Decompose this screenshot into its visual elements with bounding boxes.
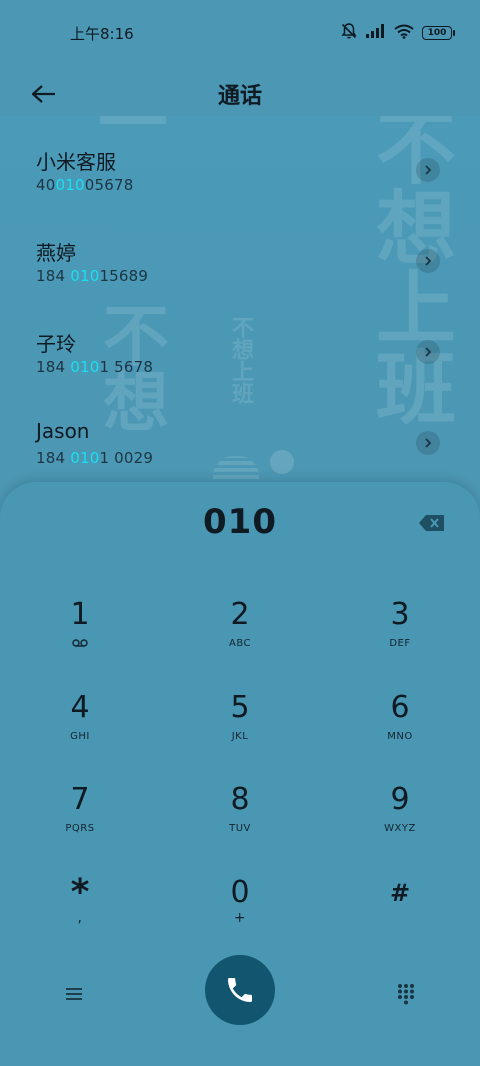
contact-item[interactable]: 小米客服 4001005678 <box>0 146 480 236</box>
status-bar: 上午8:16 100 <box>0 0 480 66</box>
contact-item[interactable]: 子玲 184 0101 5678 <box>0 328 480 418</box>
key-letters: , <box>77 910 83 926</box>
key-letters: + <box>233 910 247 926</box>
contact-detail-button[interactable] <box>416 340 440 364</box>
contact-number: 184 01015689 <box>36 267 149 285</box>
key-digit: 9 <box>390 782 410 817</box>
key-letters: TUV <box>229 823 251 834</box>
key-digit: 1 <box>70 597 90 632</box>
page-title: 通话 <box>217 84 262 109</box>
delete-button[interactable] <box>418 514 446 534</box>
chevron-right-icon <box>425 256 432 266</box>
key-letters: GHI <box>70 731 90 742</box>
arrow-left-icon <box>31 85 55 103</box>
chevron-right-icon <box>425 438 432 448</box>
key-letters: WXYZ <box>384 823 416 834</box>
key-digit: 8 <box>230 782 250 817</box>
key-letters: JKL <box>231 731 249 742</box>
chevron-right-icon <box>425 165 432 175</box>
keypad-button[interactable] <box>390 978 422 1010</box>
key-digit: # <box>389 879 411 907</box>
battery-icon: 100 <box>422 26 455 40</box>
contact-detail-button[interactable] <box>416 158 440 182</box>
status-time: 上午8:16 <box>70 24 134 43</box>
key-6[interactable]: 6 MNO <box>340 691 460 771</box>
chevron-right-icon <box>425 347 432 357</box>
key-8[interactable]: 8 TUV <box>180 783 300 863</box>
key-digit: 7 <box>70 782 90 817</box>
key-digit: 4 <box>70 690 90 725</box>
key-digit: 5 <box>230 690 250 725</box>
keypad-icon <box>398 984 414 1005</box>
voicemail-icon <box>72 639 88 647</box>
key-9[interactable]: 9 WXYZ <box>340 783 460 863</box>
wallpaper-bar <box>100 116 166 124</box>
key-digit: 2 <box>230 597 250 632</box>
key-letters: MNO <box>387 731 413 742</box>
key-digit: 3 <box>390 597 410 632</box>
number-match: 010 <box>70 358 100 376</box>
status-icons: 100 <box>340 22 455 44</box>
contact-name: 燕婷 <box>36 241 76 265</box>
phone-icon <box>228 978 252 1002</box>
key-3[interactable]: 3 DEF <box>340 598 460 678</box>
key-4[interactable]: 4 GHI <box>20 691 140 771</box>
contact-name: Jason <box>36 419 90 443</box>
header: 通话 <box>0 66 480 122</box>
key-7[interactable]: 7 PQRS <box>20 783 140 863</box>
dial-input[interactable]: 010 <box>0 502 480 542</box>
contact-item[interactable]: 燕婷 184 01015689 <box>0 237 480 327</box>
key-5[interactable]: 5 JKL <box>180 691 300 771</box>
number-match: 010 <box>70 449 100 467</box>
contact-number: 184 0101 5678 <box>36 358 154 376</box>
call-button[interactable] <box>205 955 275 1025</box>
number-match: 010 <box>70 267 100 285</box>
mute-bell-icon <box>340 22 358 44</box>
key-2[interactable]: 2 ABC <box>180 598 300 678</box>
wifi-icon <box>394 24 414 43</box>
backspace-icon <box>419 515 444 531</box>
key-1[interactable]: 1 <box>20 598 140 678</box>
key-letters: ABC <box>228 638 251 649</box>
contact-name: 子玲 <box>36 332 76 356</box>
key-letters: DEF <box>389 638 411 649</box>
key-digit: 0 <box>230 875 250 910</box>
number-match: 010 <box>55 176 85 194</box>
contact-number: 184 0101 0029 <box>36 449 154 467</box>
key-letters: PQRS <box>65 823 95 834</box>
key-digit: * <box>70 872 90 913</box>
key-digit: 6 <box>390 690 410 725</box>
key-hash[interactable]: # <box>340 876 460 956</box>
key-0[interactable]: 0 + <box>180 876 300 956</box>
signal-icon <box>366 24 386 42</box>
menu-icon <box>66 988 82 1000</box>
back-button[interactable] <box>28 78 60 110</box>
contact-detail-button[interactable] <box>416 431 440 455</box>
contact-detail-button[interactable] <box>416 249 440 273</box>
key-star[interactable]: * , <box>20 872 140 956</box>
contact-name: 小米客服 <box>36 150 116 174</box>
menu-button[interactable] <box>58 978 90 1010</box>
contact-number: 4001005678 <box>36 176 134 194</box>
battery-level: 100 <box>427 27 447 38</box>
